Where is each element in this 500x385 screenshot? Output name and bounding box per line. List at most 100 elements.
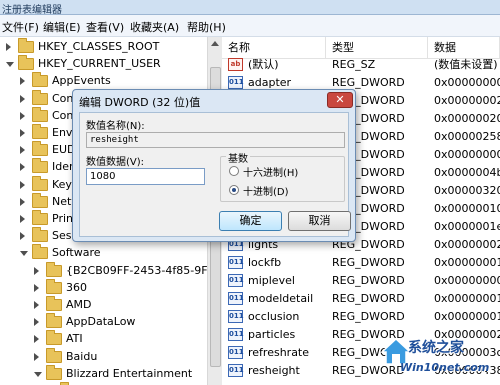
collapsed-arrow-icon[interactable] [34,335,39,344]
value-data: 0x00000001 ( [434,292,500,305]
value-data-label: 数值数据(V): [86,157,145,168]
tree-node[interactable]: Baidu [34,347,200,366]
edit-dword-dialog: 编辑 DWORD (32 位)值 ✕ 数值名称(N): resheight 数值… [72,89,356,242]
tree-node[interactable]: Blizzard Entertainment [34,364,200,383]
value-row[interactable]: 011 modeldetail REG_DWORD 0x00000001 ( [222,290,500,308]
menu-bar: 文件(F) 编辑(E) 查看(V) 收藏夹(A) 帮助(H) [0,15,500,37]
menu-edit[interactable]: 编辑(E) [43,19,81,35]
hex-radio-label[interactable]: 十六进制(H) [243,164,298,179]
tree-node-label: AMD [66,298,92,311]
expanded-arrow-icon[interactable] [6,62,14,68]
menu-file[interactable]: 文件(F) [2,19,39,35]
value-data: 0x0000001e ( [434,220,500,233]
tree-node-label: 360 [66,280,87,294]
tree-node[interactable]: {B2CB09FF-2453-4f85-9F40-2 [34,261,207,280]
dword-value-icon: 011 [228,292,244,305]
folder-icon [32,227,48,243]
expanded-arrow-icon[interactable] [20,251,28,257]
tree-node-label: Blizzard Entertainment [66,366,193,380]
value-row[interactable]: 011 lockfb REG_DWORD 0x00000001 ( [222,254,500,272]
value-type: REG_DWORD [332,292,405,305]
tree-node[interactable]: 360 [34,278,200,297]
collapsed-arrow-icon[interactable] [20,77,25,86]
folder-icon [32,89,48,105]
folder-icon [46,347,62,363]
folder-icon [46,313,62,329]
collapsed-arrow-icon[interactable] [6,43,11,51]
collapsed-arrow-icon[interactable] [34,283,39,292]
menu-help[interactable]: 帮助(H) [187,19,226,35]
collapsed-arrow-icon[interactable] [34,266,39,275]
dword-value-icon: 011 [228,364,244,377]
value-name: particles [248,328,296,341]
value-data: 0x00000258 ( [434,130,500,143]
collapsed-arrow-icon[interactable] [20,111,25,120]
value-row[interactable]: ab (默认) REG_SZ (数值未设置) [222,56,500,74]
tree-node[interactable]: AppDataLow [34,313,200,331]
value-data: 0x0000004b ( [434,166,500,179]
folder-icon [32,158,48,174]
value-name: lockfb [248,256,282,269]
value-type: REG_DWORD [332,256,405,269]
collapsed-arrow-icon[interactable] [20,180,25,189]
tree-node[interactable]: HKEY_CURRENT_USER [6,55,200,73]
value-data: 0x00000001 ( [434,256,500,269]
decimal-radio[interactable] [229,185,239,195]
value-data-input[interactable]: 1080 [86,168,205,185]
menu-view[interactable]: 查看(V) [86,19,124,35]
value-data: 0x00000010 ( [434,202,500,215]
collapsed-arrow-icon[interactable] [20,215,25,223]
collapsed-arrow-icon[interactable] [20,94,25,103]
dword-value-icon: 011 [228,256,244,269]
tree-node[interactable]: Software [20,244,200,262]
cancel-button[interactable]: 取消 [288,211,351,231]
collapsed-arrow-icon[interactable] [20,197,25,206]
value-type: REG_SZ [332,58,376,71]
tree-node-label: Baidu [66,349,98,363]
value-row[interactable]: 011 miplevel REG_DWORD 0x00000000 ( [222,272,500,290]
collapsed-arrow-icon[interactable] [20,232,25,241]
watermark: 系统之家 Win10net.com [380,335,500,385]
dword-value-icon: 011 [228,328,244,341]
tree-node-label: ATI [66,332,83,346]
value-data: 0x00000001 ( [434,310,500,323]
tree-node-label: Software [52,246,101,260]
collapsed-arrow-icon[interactable] [20,146,25,155]
tree-node-label: AppEvents [52,74,111,88]
value-data: 0x00000320 ( [434,184,500,197]
folder-icon [18,55,34,71]
value-data: 0x00000002 ( [434,238,500,251]
folder-icon [32,141,48,157]
decimal-radio-label[interactable]: 十进制(D) [243,183,289,198]
tree-node-label: AppDataLow [66,315,136,329]
dword-value-icon: 011 [228,76,244,89]
value-name-field: resheight [86,132,345,148]
collapsed-arrow-icon[interactable] [34,352,39,361]
folder-icon [46,261,62,277]
watermark-brand: 系统之家 [408,340,464,356]
close-icon[interactable]: ✕ [327,92,353,108]
hex-radio[interactable] [229,166,239,176]
dword-value-icon: 011 [228,274,244,287]
collapsed-arrow-icon[interactable] [20,129,25,137]
ok-button[interactable]: 确定 [219,211,282,231]
dword-value-icon: 011 [228,346,244,359]
tree-node-label: HKEY_CLASSES_ROOT [38,40,160,53]
dialog-body: 数值名称(N): resheight 数值数据(V): 1080 基数 十六进制… [79,112,351,237]
collapsed-arrow-icon[interactable] [34,301,39,309]
expanded-arrow-icon[interactable] [34,371,42,377]
tree-node[interactable]: ATI [34,330,200,348]
tree-node[interactable]: AppEvents [20,72,200,90]
value-name-label: 数值名称(N): [86,121,145,132]
collapsed-arrow-icon[interactable] [34,318,39,327]
window-title: 注册表编辑器 [2,5,62,16]
scroll-up-icon[interactable] [211,41,219,46]
tree-node[interactable]: AMD [34,296,200,314]
value-row[interactable]: 011 occlusion REG_DWORD 0x00000001 ( [222,308,500,326]
string-value-icon: ab [228,58,243,71]
menu-favorites[interactable]: 收藏夹(A) [130,19,179,35]
tree-node-label: {B2CB09FF-2453-4f85-9F40-2 [66,263,207,277]
collapsed-arrow-icon[interactable] [20,163,25,172]
folder-icon [46,330,62,346]
tree-node[interactable]: HKEY_CLASSES_ROOT [6,38,200,56]
